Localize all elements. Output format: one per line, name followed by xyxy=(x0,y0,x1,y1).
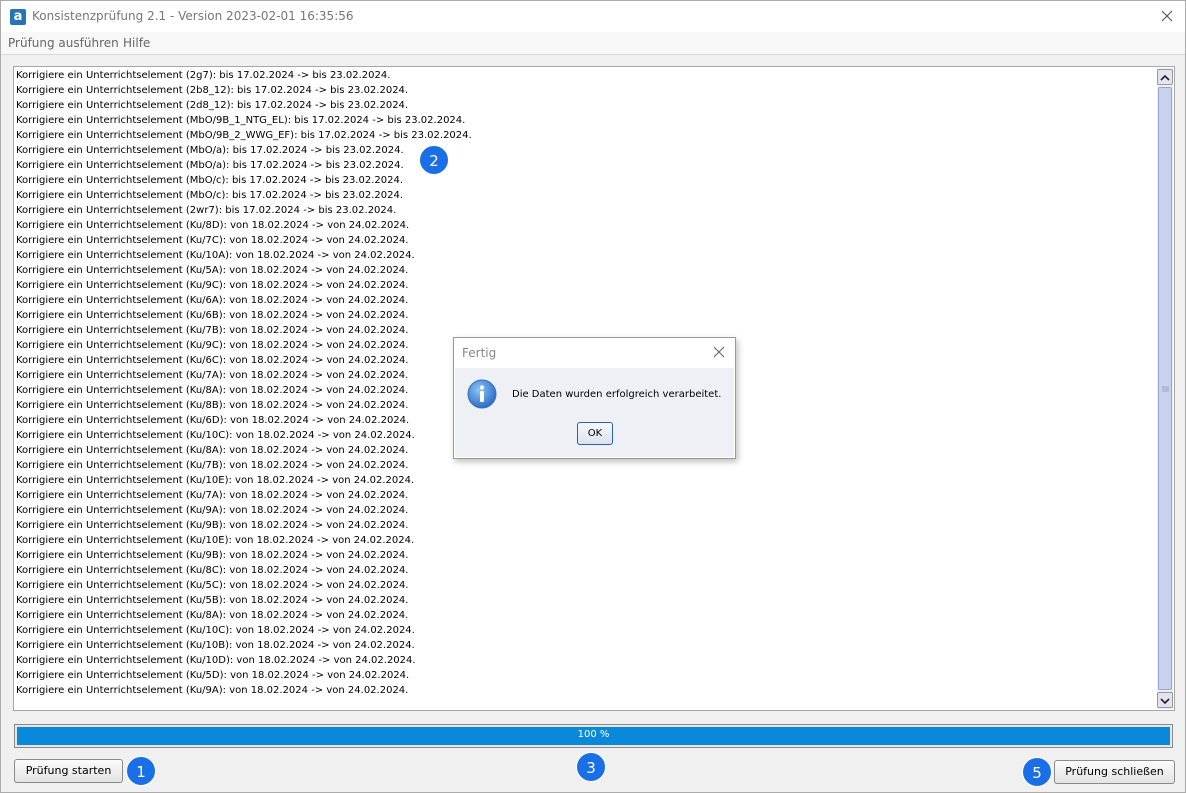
step-badge-2: 2 xyxy=(419,145,449,175)
log-line: Korrigiere ein Unterrichtselement (Ku/7B… xyxy=(16,325,409,336)
log-line: Korrigiere ein Unterrichtselement (Ku/5A… xyxy=(16,265,409,276)
log-line: Korrigiere ein Unterrichtselement (Ku/8A… xyxy=(16,610,409,621)
log-line: Korrigiere ein Unterrichtselement (Ku/10… xyxy=(16,535,415,546)
dialog-message: Die Daten wurden erfolgreich verarbeitet… xyxy=(512,389,722,400)
log-line: Korrigiere ein Unterrichtselement (Ku/9A… xyxy=(16,505,409,516)
log-line: Korrigiere ein Unterrichtselement (MbO/a… xyxy=(16,145,404,156)
log-line: Korrigiere ein Unterrichtselement (Ku/10… xyxy=(16,475,415,486)
scroll-up-button[interactable] xyxy=(1157,69,1173,85)
log-line: Korrigiere ein Unterrichtselement (2d8_1… xyxy=(16,100,409,111)
log-line: Korrigiere ein Unterrichtselement (2g7):… xyxy=(16,70,391,81)
step-badge-3: 3 xyxy=(576,752,606,782)
log-line: Korrigiere ein Unterrichtselement (Ku/6B… xyxy=(16,310,409,321)
log-line: Korrigiere ein Unterrichtselement (Ku/5D… xyxy=(16,670,410,681)
log-line: Korrigiere ein Unterrichtselement (MbO/9… xyxy=(16,115,466,126)
log-line: Korrigiere ein Unterrichtselement (MbO/c… xyxy=(16,175,404,186)
step-badge-1: 1 xyxy=(126,756,156,786)
log-line: Korrigiere ein Unterrichtselement (Ku/6D… xyxy=(16,415,410,426)
log-line: Korrigiere ein Unterrichtselement (Ku/9C… xyxy=(16,340,409,351)
log-line: Korrigiere ein Unterrichtselement (Ku/5C… xyxy=(16,580,409,591)
log-line: Korrigiere ein Unterrichtselement (2b8_1… xyxy=(16,85,409,96)
log-line: Korrigiere ein Unterrichtselement (Ku/5B… xyxy=(16,595,409,606)
log-line: Korrigiere ein Unterrichtselement (Ku/8D… xyxy=(16,220,410,231)
log-line: Korrigiere ein Unterrichtselement (Ku/10… xyxy=(16,655,416,666)
log-line: Korrigiere ein Unterrichtselement (Ku/8C… xyxy=(16,565,409,576)
log-line: Korrigiere ein Unterrichtselement (Ku/9C… xyxy=(16,280,409,291)
log-line: Korrigiere ein Unterrichtselement (MbO/a… xyxy=(16,160,404,171)
menu-bar: Prüfung ausführen Hilfe xyxy=(1,32,1185,55)
menu-pruefung-ausfuehren[interactable]: Prüfung ausführen xyxy=(8,36,119,50)
log-line: Korrigiere ein Unterrichtselement (MbO/9… xyxy=(16,130,472,141)
window-title: Konsistenzprüfung 2.1 - Version 2023-02-… xyxy=(32,9,354,23)
app-logo-icon: a xyxy=(10,9,26,25)
log-line: Korrigiere ein Unterrichtselement (Ku/7B… xyxy=(16,460,409,471)
ok-button[interactable]: OK xyxy=(577,422,613,445)
log-line: Korrigiere ein Unterrichtselement (Ku/6C… xyxy=(16,355,409,366)
main-window: a Konsistenzprüfung 2.1 - Version 2023-0… xyxy=(0,0,1186,793)
log-line: Korrigiere ein Unterrichtselement (Ku/10… xyxy=(16,625,415,636)
close-window-icon[interactable] xyxy=(1155,5,1179,27)
chevron-down-icon xyxy=(1160,698,1170,705)
log-line: Korrigiere ein Unterrichtselement (Ku/7C… xyxy=(16,235,409,246)
dialog-title: Fertig xyxy=(462,346,497,360)
log-line: Korrigiere ein Unterrichtselement (Ku/8B… xyxy=(16,400,409,411)
progress-bar: 100 % xyxy=(14,724,1173,748)
log-line: Korrigiere ein Unterrichtselement (Ku/10… xyxy=(16,250,415,261)
title-bar: a Konsistenzprüfung 2.1 - Version 2023-0… xyxy=(1,1,1185,32)
log-line: Korrigiere ein Unterrichtselement (Ku/9A… xyxy=(16,685,409,696)
log-lines: Korrigiere ein Unterrichtselement (2g7):… xyxy=(16,68,472,698)
log-line: Korrigiere ein Unterrichtselement (Ku/10… xyxy=(16,430,415,441)
log-line: Korrigiere ein Unterrichtselement (2wr7)… xyxy=(16,205,397,216)
log-line: Korrigiere ein Unterrichtselement (Ku/10… xyxy=(16,640,415,651)
dialog-close-icon[interactable] xyxy=(711,344,727,360)
grip-icon xyxy=(1162,386,1169,391)
log-line: Korrigiere ein Unterrichtselement (Ku/8A… xyxy=(16,445,409,456)
log-line: Korrigiere ein Unterrichtselement (Ku/7A… xyxy=(16,490,409,501)
scroll-thumb[interactable] xyxy=(1158,87,1172,690)
start-check-button[interactable]: Prüfung starten xyxy=(14,759,123,783)
step-badge-5: 5 xyxy=(1022,757,1052,787)
log-line: Korrigiere ein Unterrichtselement (Ku/7A… xyxy=(16,370,409,381)
info-icon xyxy=(467,379,497,409)
dialog-body: Die Daten wurden erfolgreich verarbeitet… xyxy=(455,368,734,457)
log-line: Korrigiere ein Unterrichtselement (Ku/6A… xyxy=(16,295,409,306)
done-dialog: Fertig Die Daten wurden erfolgreich vera… xyxy=(453,337,736,459)
chevron-up-icon xyxy=(1160,74,1170,81)
progress-label: 100 % xyxy=(577,729,610,740)
menu-hilfe[interactable]: Hilfe xyxy=(123,36,150,50)
scroll-down-button[interactable] xyxy=(1157,692,1173,708)
log-line: Korrigiere ein Unterrichtselement (MbO/c… xyxy=(16,190,404,201)
close-check-button[interactable]: Prüfung schließen xyxy=(1054,760,1175,784)
log-line: Korrigiere ein Unterrichtselement (Ku/8A… xyxy=(16,385,409,396)
vertical-scrollbar[interactable] xyxy=(1157,68,1173,709)
log-line: Korrigiere ein Unterrichtselement (Ku/9B… xyxy=(16,550,409,561)
log-line: Korrigiere ein Unterrichtselement (Ku/9B… xyxy=(16,520,409,531)
